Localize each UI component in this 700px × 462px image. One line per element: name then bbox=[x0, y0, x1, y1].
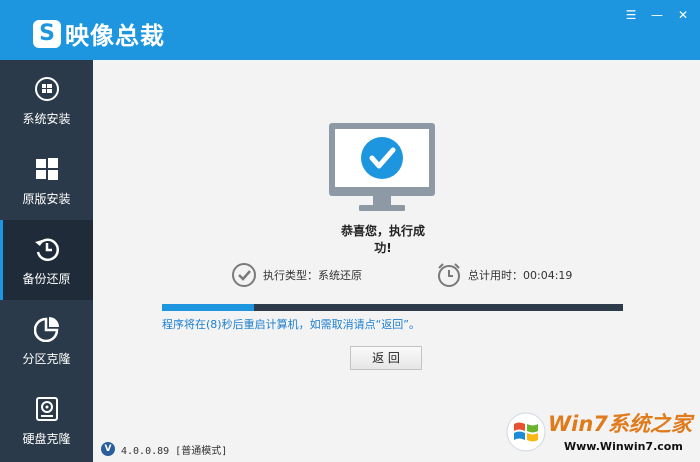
pie-chart-icon bbox=[34, 317, 59, 342]
windows-flag-logo-icon bbox=[506, 412, 546, 452]
alarm-clock-icon bbox=[438, 263, 460, 287]
sidebar-item-original-install[interactable]: 原版安装 bbox=[0, 140, 93, 220]
sidebar-item-label: 硬盘克隆 bbox=[22, 432, 71, 446]
version-badge-icon: V bbox=[101, 442, 115, 456]
sidebar-item-label: 备份还原 bbox=[22, 272, 71, 286]
title-bar: S 映像总裁 ☰ — ✕ bbox=[0, 0, 700, 60]
sidebar-item-disk-clone[interactable]: 硬盘克隆 bbox=[0, 380, 93, 460]
sidebar-item-label: 分区克隆 bbox=[22, 352, 71, 366]
logo-icon: S bbox=[33, 19, 61, 48]
disk-icon bbox=[36, 397, 58, 421]
check-circle-icon bbox=[232, 263, 256, 287]
sidebar: 系统安装 原版安装 备份还原 分区克隆 硬盘克隆 bbox=[0, 60, 93, 462]
success-message: 恭喜您，执行成功! bbox=[340, 224, 425, 255]
exec-type-label: 执行类型：系统还原 bbox=[263, 269, 362, 282]
main-panel: 恭喜您，执行成功! 执行类型：系统还原 总计用时：00:04:19 程序将在(8… bbox=[93, 60, 700, 436]
sidebar-item-backup-restore[interactable]: 备份还原 bbox=[0, 220, 93, 300]
app-logo: S 映像总裁 bbox=[33, 16, 165, 51]
total-time-label: 总计用时：00:04:19 bbox=[468, 269, 573, 282]
back-button[interactable]: 返 回 bbox=[350, 346, 422, 370]
restart-notice: 程序将在(8)秒后重启计算机，如需取消请点“返回”。 bbox=[162, 318, 420, 331]
menu-icon[interactable]: ☰ bbox=[624, 8, 638, 22]
sidebar-item-label: 原版安装 bbox=[22, 192, 71, 206]
progress-fill bbox=[162, 304, 255, 311]
sidebar-item-system-install[interactable]: 系统安装 bbox=[0, 60, 93, 140]
version-text: 4.0.0.89 [普通模式] bbox=[121, 445, 228, 457]
sidebar-item-partition-clone[interactable]: 分区克隆 bbox=[0, 300, 93, 380]
restart-progress-bar bbox=[162, 304, 623, 311]
sidebar-item-label: 系统安装 bbox=[22, 112, 71, 126]
close-button[interactable]: ✕ bbox=[676, 8, 690, 22]
app-title: 映像总裁 bbox=[65, 22, 165, 50]
clock-restore-icon bbox=[35, 238, 59, 262]
windows-globe-icon bbox=[35, 77, 59, 101]
minimize-button[interactable]: — bbox=[650, 8, 664, 22]
total-time-row: 总计用时：00:04:19 bbox=[436, 262, 572, 288]
exec-type-row: 执行类型：系统还原 bbox=[231, 262, 362, 288]
monitor-success-icon bbox=[329, 123, 435, 211]
watermark-brand: Win7系统之家 bbox=[548, 412, 692, 436]
watermark: Win7系统之家 Www.Winwin7.com bbox=[500, 406, 700, 462]
windows-logo-icon bbox=[36, 158, 58, 180]
watermark-url: Www.Winwin7.com bbox=[564, 440, 683, 453]
